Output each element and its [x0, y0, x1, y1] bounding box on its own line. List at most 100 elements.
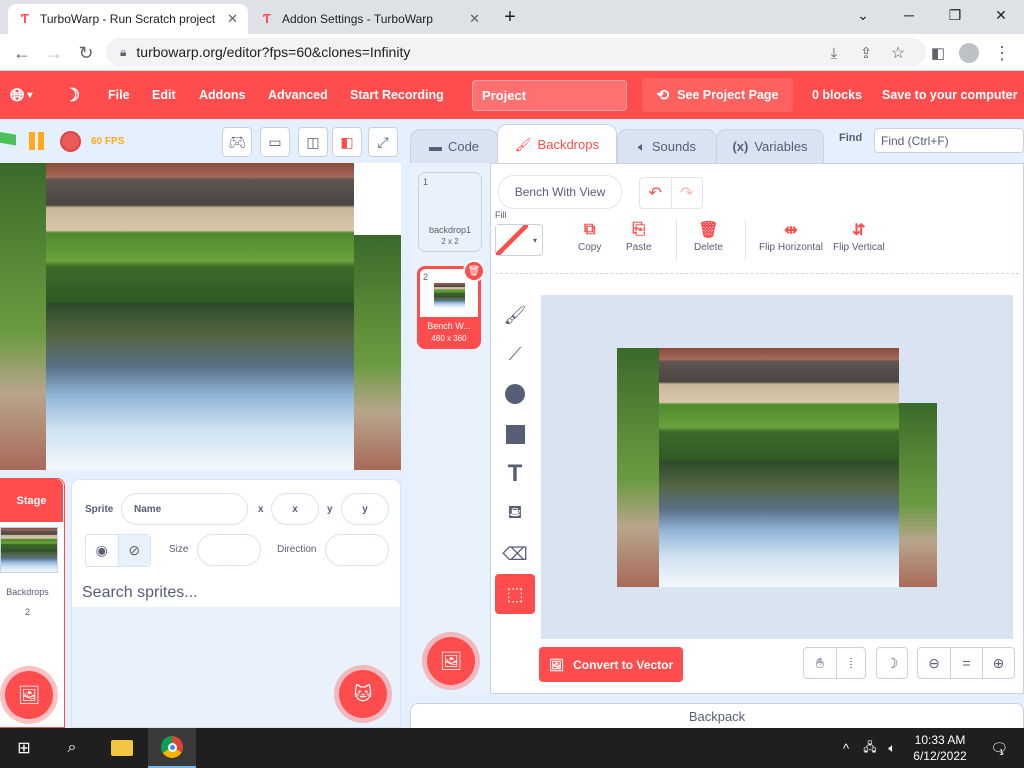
- rectangle-tool-icon[interactable]: [495, 414, 535, 454]
- normal-stage-icon[interactable]: ◫: [298, 127, 328, 157]
- find-label: Find: [839, 132, 863, 144]
- undo-icon[interactable]: ↶: [640, 178, 672, 208]
- forward-icon[interactable]: →: [40, 39, 68, 67]
- tab-title: TurboWarp - Run Scratch project: [40, 12, 216, 26]
- menu-kebab-icon[interactable]: ⋮: [988, 39, 1016, 67]
- paste-button[interactable]: ⎘ Paste: [626, 221, 652, 253]
- choose-backdrop-editor-button[interactable]: 🖼︎: [427, 637, 475, 685]
- fill-label: Fill: [495, 210, 507, 220]
- choose-backdrop-button[interactable]: 🖼︎: [5, 671, 53, 719]
- stage-selector[interactable]: Stage Backdrops 2 🖼︎: [0, 478, 65, 728]
- close-icon[interactable]: ✕: [227, 11, 238, 27]
- file-explorer-icon[interactable]: [98, 728, 146, 768]
- eraser-tool-icon[interactable]: ⌫: [495, 534, 535, 574]
- tab-code[interactable]: ▬ Code: [410, 129, 498, 163]
- copy-button[interactable]: ⧉ Copy: [578, 221, 601, 253]
- tab-backdrops[interactable]: 🖌︎ Backdrops: [497, 124, 617, 164]
- flip-horizontal-button[interactable]: ⇹ Flip Horizontal: [759, 221, 823, 253]
- redo-icon[interactable]: ↷: [672, 178, 703, 208]
- sprite-name-input[interactable]: Name: [121, 493, 248, 525]
- reload-icon[interactable]: ↻: [72, 39, 100, 67]
- backdrop-item-1[interactable]: 1 backdrop1 2 x 2: [418, 172, 482, 252]
- restore-icon[interactable]: ❐: [932, 0, 978, 30]
- share-icon[interactable]: ⇪: [852, 39, 880, 67]
- convert-to-vector-button[interactable]: 🖼︎ Convert to Vector: [539, 647, 683, 682]
- bookmark-star-icon[interactable]: ☆: [884, 39, 912, 67]
- system-clock[interactable]: 10:33 AM 6/12/2022: [900, 732, 980, 764]
- zoom-out-icon[interactable]: ⊖: [917, 647, 951, 679]
- sprite-label: Sprite: [85, 504, 114, 515]
- stage-thumbnail: [0, 527, 58, 573]
- remix-arrows-icon: ⟲: [656, 87, 670, 104]
- menu-addons[interactable]: Addons: [199, 71, 246, 119]
- pan-hand-icon[interactable]: ✋︎: [803, 647, 837, 679]
- stage-canvas[interactable]: [0, 163, 401, 470]
- gamepad-icon[interactable]: 🎮︎: [222, 127, 252, 157]
- brush-tool-icon[interactable]: 🖌︎: [495, 295, 535, 335]
- window-close-icon[interactable]: ✕: [978, 0, 1024, 30]
- close-icon[interactable]: ✕: [469, 11, 480, 27]
- chrome-icon[interactable]: [148, 728, 196, 768]
- menu-edit[interactable]: Edit: [152, 71, 176, 119]
- tab-search-icon[interactable]: ⌄: [840, 0, 886, 30]
- project-title-input[interactable]: Project: [472, 80, 627, 111]
- search-icon[interactable]: ⌕: [48, 728, 96, 768]
- zoom-in-icon[interactable]: ⊕: [982, 647, 1015, 679]
- show-eye-icon[interactable]: ◉: [86, 535, 119, 566]
- see-project-page-button[interactable]: ⟲ See Project Page: [642, 78, 793, 112]
- fullscreen-icon[interactable]: ⤢: [368, 127, 398, 157]
- tab-sounds[interactable]: 🔈︎ Sounds: [617, 129, 717, 163]
- fill-color-picker[interactable]: ▾: [495, 224, 543, 256]
- y-input[interactable]: y: [341, 493, 389, 525]
- pause-icon[interactable]: [29, 132, 35, 150]
- size-input[interactable]: [197, 534, 261, 566]
- find-input[interactable]: Find (Ctrl+F): [874, 128, 1024, 153]
- theme-moon-icon[interactable]: ☽: [64, 71, 80, 119]
- paint-canvas[interactable]: [541, 295, 1013, 639]
- backdrop-item-2[interactable]: 2 Bench W... 480 x 360 🗑︎: [417, 260, 485, 349]
- backdrop-size: 2 x 2: [441, 237, 459, 246]
- address-bar[interactable]: 🔒︎ turbowarp.org/editor?fps=60&clones=In…: [106, 38, 926, 66]
- language-globe-icon[interactable]: 🌐︎ ▾: [10, 71, 32, 119]
- menu-start-recording[interactable]: Start Recording: [350, 71, 444, 119]
- menu-save-to-computer[interactable]: Save to your computer: [882, 71, 1017, 119]
- bitmap-vector-toggle-icon[interactable]: ⦙: [836, 647, 866, 679]
- text-tool-icon[interactable]: T: [495, 454, 535, 494]
- side-panel-icon[interactable]: ◧: [924, 39, 952, 67]
- small-stage-icon[interactable]: ▭: [260, 127, 290, 157]
- tab-addon-settings[interactable]: Ƭ Addon Settings - TurboWarp ✕: [250, 4, 490, 34]
- menu-file[interactable]: File: [108, 71, 130, 119]
- windows-start-icon[interactable]: ⊞: [0, 728, 48, 768]
- menu-advanced[interactable]: Advanced: [268, 71, 328, 119]
- install-app-icon[interactable]: ⤓: [820, 39, 848, 67]
- network-icon[interactable]: 🖧︎: [858, 728, 882, 768]
- zoom-reset-button[interactable]: =: [950, 647, 983, 679]
- notifications-icon[interactable]: 🗨︎ 1: [980, 728, 1014, 768]
- x-input[interactable]: x: [271, 493, 319, 525]
- flip-vertical-button[interactable]: ⇵ Flip Vertical: [833, 221, 885, 253]
- chevron-up-icon[interactable]: ^: [832, 728, 860, 768]
- new-tab-button[interactable]: +: [496, 4, 524, 30]
- green-flag-icon[interactable]: [0, 132, 16, 146]
- minimize-icon[interactable]: ─: [886, 0, 932, 30]
- paste-icon: ⎘: [632, 221, 646, 238]
- dark-mode-moon-icon[interactable]: ☽: [876, 647, 908, 679]
- tab-variables[interactable]: (x) Variables: [716, 129, 824, 163]
- circle-tool-icon[interactable]: [495, 374, 535, 414]
- delete-backdrop-icon[interactable]: 🗑︎: [463, 260, 485, 282]
- large-stage-icon[interactable]: ◧: [332, 127, 362, 157]
- tab-turbowarp-editor[interactable]: Ƭ TurboWarp - Run Scratch project ✕: [8, 4, 248, 34]
- backpack-header[interactable]: Backpack: [410, 703, 1024, 728]
- line-tool-icon[interactable]: ⟋: [495, 334, 535, 374]
- fill-bucket-tool-icon[interactable]: ⛾: [495, 494, 535, 534]
- choose-sprite-button[interactable]: 🐱︎: [339, 670, 387, 718]
- costume-name-input[interactable]: Bench With View: [498, 175, 622, 209]
- delete-button[interactable]: 🗑︎ Delete: [694, 221, 723, 253]
- direction-input[interactable]: [325, 534, 389, 566]
- profile-avatar[interactable]: [955, 39, 983, 67]
- stop-icon[interactable]: [60, 131, 81, 152]
- hide-eye-icon[interactable]: ⊘: [118, 535, 150, 566]
- search-sprites-input[interactable]: Search sprites...: [72, 578, 400, 608]
- back-icon[interactable]: ←: [8, 39, 36, 67]
- select-tool-icon[interactable]: ⬚: [495, 574, 535, 614]
